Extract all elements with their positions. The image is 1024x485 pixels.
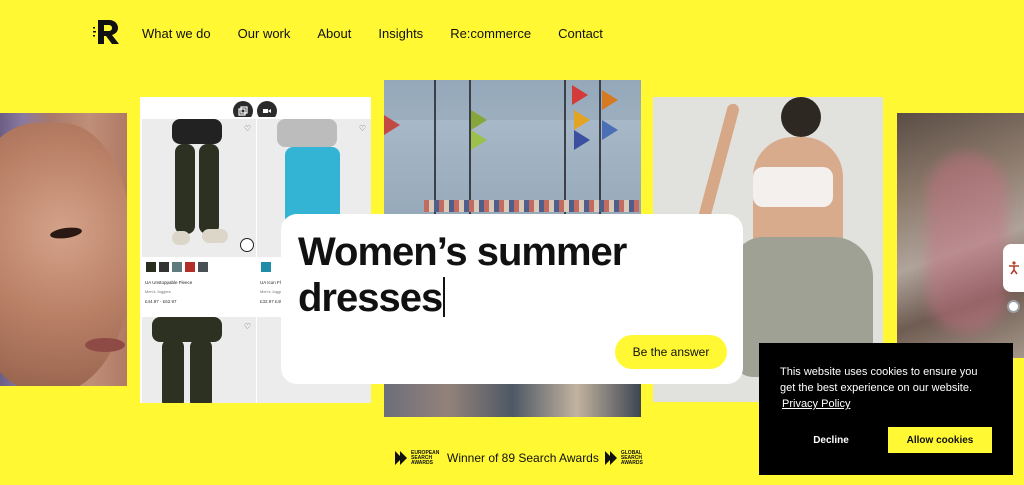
accessibility-widget[interactable] <box>1003 244 1024 292</box>
search-query-text[interactable]: Women’s summer dresses <box>298 229 718 321</box>
swatch[interactable] <box>172 262 182 272</box>
heart-icon[interactable]: ♡ <box>244 322 251 331</box>
awards-chevron-icon <box>395 451 407 465</box>
nav-contact[interactable]: Contact <box>558 26 603 41</box>
r-logo-icon[interactable] <box>93 18 121 46</box>
be-the-answer-button[interactable]: Be the answer <box>615 335 727 369</box>
product-price: £44.97 - £62.97 <box>145 299 177 304</box>
color-swatches <box>261 262 274 272</box>
wishlist-icon[interactable] <box>240 238 254 252</box>
nav-our-work[interactable]: Our work <box>238 26 291 41</box>
swatch[interactable] <box>198 262 208 272</box>
heart-icon[interactable]: ♡ <box>244 124 251 133</box>
cookie-banner: This website uses cookies to ensure you … <box>759 343 1013 475</box>
european-search-awards-badge: EUROPEAN SEARCH AWARDS <box>395 450 441 466</box>
heart-icon[interactable]: ♡ <box>359 124 366 133</box>
swatch[interactable] <box>261 262 271 272</box>
nav-what-we-do[interactable]: What we do <box>142 26 211 41</box>
face-portrait-image <box>0 113 127 386</box>
accessibility-icon <box>1008 261 1019 275</box>
search-demo-card: Women’s summer dresses Be the answer <box>281 214 743 384</box>
privacy-policy-link[interactable]: Privacy Policy <box>782 398 850 410</box>
product-image: ♡ <box>142 119 256 257</box>
gear-icon[interactable] <box>1007 300 1020 313</box>
awards-chevron-icon <box>604 451 617 465</box>
nav-insights[interactable]: Insights <box>378 26 423 41</box>
runner-image <box>897 113 1024 358</box>
product-card[interactable]: ♡ UA Unstoppable Fleece Men's Joggers £4… <box>142 117 256 403</box>
product-price: £32.97 £45 <box>260 299 283 304</box>
product-category: Men's Joggers <box>145 289 171 294</box>
awards-strip: EUROPEAN SEARCH AWARDS Winner of 89 Sear… <box>395 447 651 469</box>
swatch[interactable] <box>185 262 195 272</box>
main-menu: What we do Our work About Insights Re:co… <box>142 26 630 41</box>
nav-about[interactable]: About <box>317 26 351 41</box>
top-navigation: What we do Our work About Insights Re:co… <box>0 0 1024 70</box>
nav-recommerce[interactable]: Re:commerce <box>450 26 531 41</box>
decline-cookies-button[interactable]: Decline <box>786 427 876 453</box>
cookie-message: This website uses cookies to ensure you … <box>780 366 978 394</box>
swatch[interactable] <box>159 262 169 272</box>
global-search-awards-badge: GLOBAL SEARCH AWARDS <box>604 450 651 466</box>
product-image: ♡ <box>142 317 256 403</box>
color-swatches <box>146 262 211 272</box>
awards-text: Winner of 89 Search Awards <box>447 451 599 465</box>
text-caret <box>443 277 446 317</box>
swatch[interactable] <box>146 262 156 272</box>
product-name[interactable]: UA Unstoppable Fleece <box>145 280 192 285</box>
allow-cookies-button[interactable]: Allow cookies <box>888 427 992 453</box>
